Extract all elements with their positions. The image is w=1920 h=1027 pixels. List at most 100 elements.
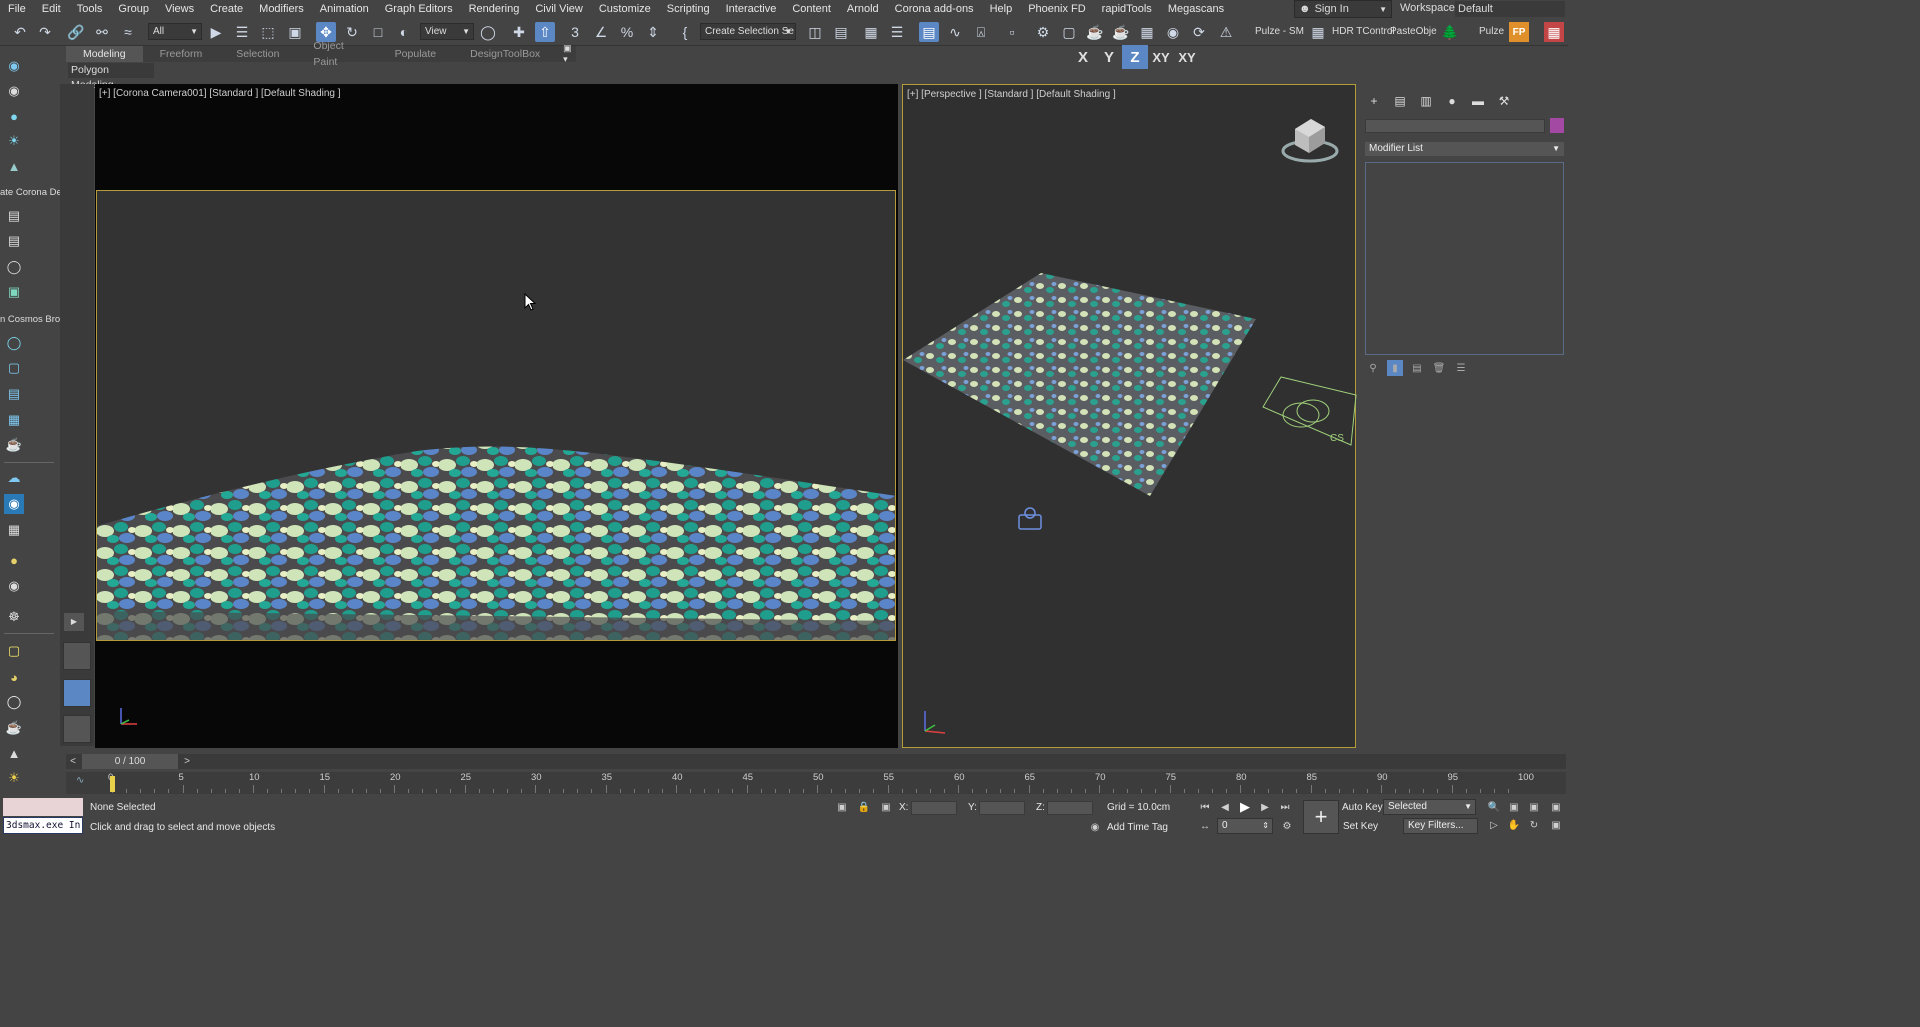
modify-tab-icon[interactable]: ▤ xyxy=(1390,92,1410,110)
menu-graph-editors[interactable]: Graph Editors xyxy=(377,0,461,18)
schematic-view-icon[interactable]: ⍓ xyxy=(971,22,991,42)
camera-target-icon[interactable]: ◉ xyxy=(4,81,24,101)
edit-named-selection-icon[interactable]: { xyxy=(675,22,695,42)
snaps-toggle-icon[interactable]: 3 xyxy=(565,22,585,42)
menu-content[interactable]: Content xyxy=(784,0,839,18)
undo-icon[interactable]: ↶ xyxy=(10,22,30,42)
add-time-tag-button[interactable]: Add Time Tag xyxy=(1107,822,1168,833)
curve-editor-icon[interactable]: ∿ xyxy=(945,22,965,42)
remove-modifier-icon[interactable]: 🗑 xyxy=(1431,360,1447,376)
image-icon[interactable]: ▦ xyxy=(4,520,24,540)
camera-icon[interactable]: ◉ xyxy=(4,56,24,76)
z-coord-field[interactable] xyxy=(1047,801,1093,815)
isolate-selection-icon[interactable]: ▣ xyxy=(832,798,852,816)
key-filters-button[interactable]: Key Filters... xyxy=(1403,818,1478,834)
display-tab-icon[interactable]: ▬ xyxy=(1468,92,1488,110)
render-active-icon[interactable]: ☕ xyxy=(1111,22,1131,42)
toggle-ribbon-icon[interactable]: ▤ xyxy=(919,22,939,42)
zoom-icon[interactable]: 🔍 xyxy=(1484,798,1504,816)
menu-tools[interactable]: Tools xyxy=(69,0,111,18)
select-manipulate-icon[interactable]: ✚ xyxy=(509,22,529,42)
selection-filter-select[interactable]: All ▼ xyxy=(148,23,202,40)
absolute-mode-icon[interactable]: ▣ xyxy=(876,798,896,816)
layer-explorer-icon[interactable]: ▦ xyxy=(861,22,881,42)
layout-quad-button[interactable] xyxy=(63,715,91,743)
tab-object-paint[interactable]: Object Paint xyxy=(296,38,377,70)
dome-light-icon[interactable]: ◕ xyxy=(4,667,24,687)
y-coord-field[interactable] xyxy=(979,801,1025,815)
ribbon-options-icon[interactable]: ▣ ▾ xyxy=(563,43,576,65)
key-mode-icon[interactable]: ↔ xyxy=(1195,817,1215,835)
time-slider[interactable]: 0 / 100 xyxy=(82,754,178,769)
axis-x-button[interactable]: X xyxy=(1070,45,1096,69)
x-coord-field[interactable] xyxy=(911,801,957,815)
percent-snap-icon[interactable]: % xyxy=(617,22,637,42)
corona-proxy-icon[interactable]: ◯ xyxy=(4,257,24,277)
current-frame-spinner[interactable]: 0 ⇕ xyxy=(1217,818,1273,834)
make-unique-icon[interactable]: ▤ xyxy=(1409,360,1425,376)
select-object-icon[interactable]: ▶ xyxy=(206,22,226,42)
corona-camera-icon[interactable]: ▤ xyxy=(4,231,24,251)
perspective-viewport[interactable]: [+] [Perspective ] [Standard ] [Default … xyxy=(902,84,1357,748)
corona-light-icon[interactable]: ▤ xyxy=(4,206,24,226)
box-icon[interactable]: ▢ xyxy=(4,358,24,378)
spinner-snap-icon[interactable]: ⇕ xyxy=(643,22,663,42)
axis-xy-cycle-button[interactable]: XY xyxy=(1174,45,1200,69)
paste-object-button[interactable]: PasteObje xyxy=(1390,26,1437,37)
menu-customize[interactable]: Customize xyxy=(591,0,659,18)
goto-end-icon[interactable]: ⏭ xyxy=(1275,798,1295,816)
menu-phoenix-fd[interactable]: Phoenix FD xyxy=(1020,0,1093,18)
camera-object-icon[interactable] xyxy=(1018,507,1042,530)
camera-viewport-label[interactable]: [+] [Corona Camera001] [Standard ] [Defa… xyxy=(99,88,341,99)
unlink-icon[interactable]: ⚯ xyxy=(92,22,112,42)
railclone-icon[interactable]: ▦ xyxy=(1544,22,1564,42)
scene-explorer-icon[interactable]: ☰ xyxy=(887,22,907,42)
selection-lock-icon[interactable]: 🔒 xyxy=(854,798,874,816)
previous-frame-icon[interactable]: ◀ xyxy=(1215,798,1235,816)
spot-icon[interactable]: ☕ xyxy=(4,718,24,738)
forest-pack-icon[interactable]: FP xyxy=(1509,22,1529,42)
link-icon[interactable]: 🔗 xyxy=(66,22,86,42)
object-color-swatch[interactable] xyxy=(1550,118,1564,133)
pan-icon[interactable]: ✋ xyxy=(1504,816,1524,834)
select-by-name-icon[interactable]: ☰ xyxy=(232,22,252,42)
tab-populate[interactable]: Populate xyxy=(378,46,453,62)
pin-stack-icon[interactable]: ⚲ xyxy=(1365,360,1381,376)
menu-help[interactable]: Help xyxy=(982,0,1021,18)
workspace-select[interactable]: Default xyxy=(1455,1,1565,17)
menu-interactive[interactable]: Interactive xyxy=(718,0,785,18)
curve-editor-toggle-icon[interactable]: ∿ xyxy=(76,775,84,786)
keyboard-shortcut-override-icon[interactable]: ⇧ xyxy=(535,22,555,42)
light-icon[interactable]: ◯ xyxy=(4,333,24,353)
menu-arnold[interactable]: Arnold xyxy=(839,0,887,18)
menu-rendering[interactable]: Rendering xyxy=(461,0,528,18)
modifier-stack[interactable] xyxy=(1365,162,1564,355)
time-next-button[interactable]: > xyxy=(180,754,194,769)
reference-coord-select[interactable]: View ▼ xyxy=(420,23,474,40)
material-editor-icon[interactable]: ▫ xyxy=(1002,22,1022,42)
sign-in-dropdown[interactable]: ☻ Sign In ▼ xyxy=(1294,0,1392,18)
key-set-select[interactable]: Selected ▼ xyxy=(1383,799,1476,815)
sun-icon[interactable]: ☀ xyxy=(4,768,24,788)
camera-rig-icon[interactable]: ◉ xyxy=(4,576,24,596)
zoom-extents-icon[interactable]: ▣ xyxy=(1524,798,1544,816)
tab-modeling[interactable]: Modeling xyxy=(66,46,143,62)
show-end-result-icon[interactable]: ▮ xyxy=(1387,360,1403,376)
maximize-viewport-icon[interactable]: ▣ xyxy=(1546,816,1566,834)
refresh-icon[interactable]: ⟳ xyxy=(1189,22,1209,42)
time-cursor[interactable] xyxy=(110,776,115,792)
place-icon[interactable]: ◐ xyxy=(394,22,414,42)
menu-file[interactable]: File xyxy=(0,0,34,18)
light-bulb-icon[interactable]: ● xyxy=(4,106,24,126)
align-icon[interactable]: ▤ xyxy=(831,22,851,42)
render-frame-icon[interactable]: ▢ xyxy=(1059,22,1079,42)
menu-animation[interactable]: Animation xyxy=(312,0,377,18)
track-bar[interactable]: ∿ 05101520253035404550556065707580859095… xyxy=(66,772,1566,794)
redo-icon[interactable]: ↷ xyxy=(35,22,55,42)
set-key-big-button[interactable]: + xyxy=(1303,800,1339,834)
layout-single-button[interactable] xyxy=(63,642,91,670)
tab-designtoolbox[interactable]: DesignToolBox xyxy=(453,46,557,62)
render-icon[interactable]: ◉ xyxy=(4,494,24,514)
forest-icon[interactable]: 🌲 xyxy=(1440,22,1460,42)
zoom-all-icon[interactable]: ▣ xyxy=(1504,798,1524,816)
